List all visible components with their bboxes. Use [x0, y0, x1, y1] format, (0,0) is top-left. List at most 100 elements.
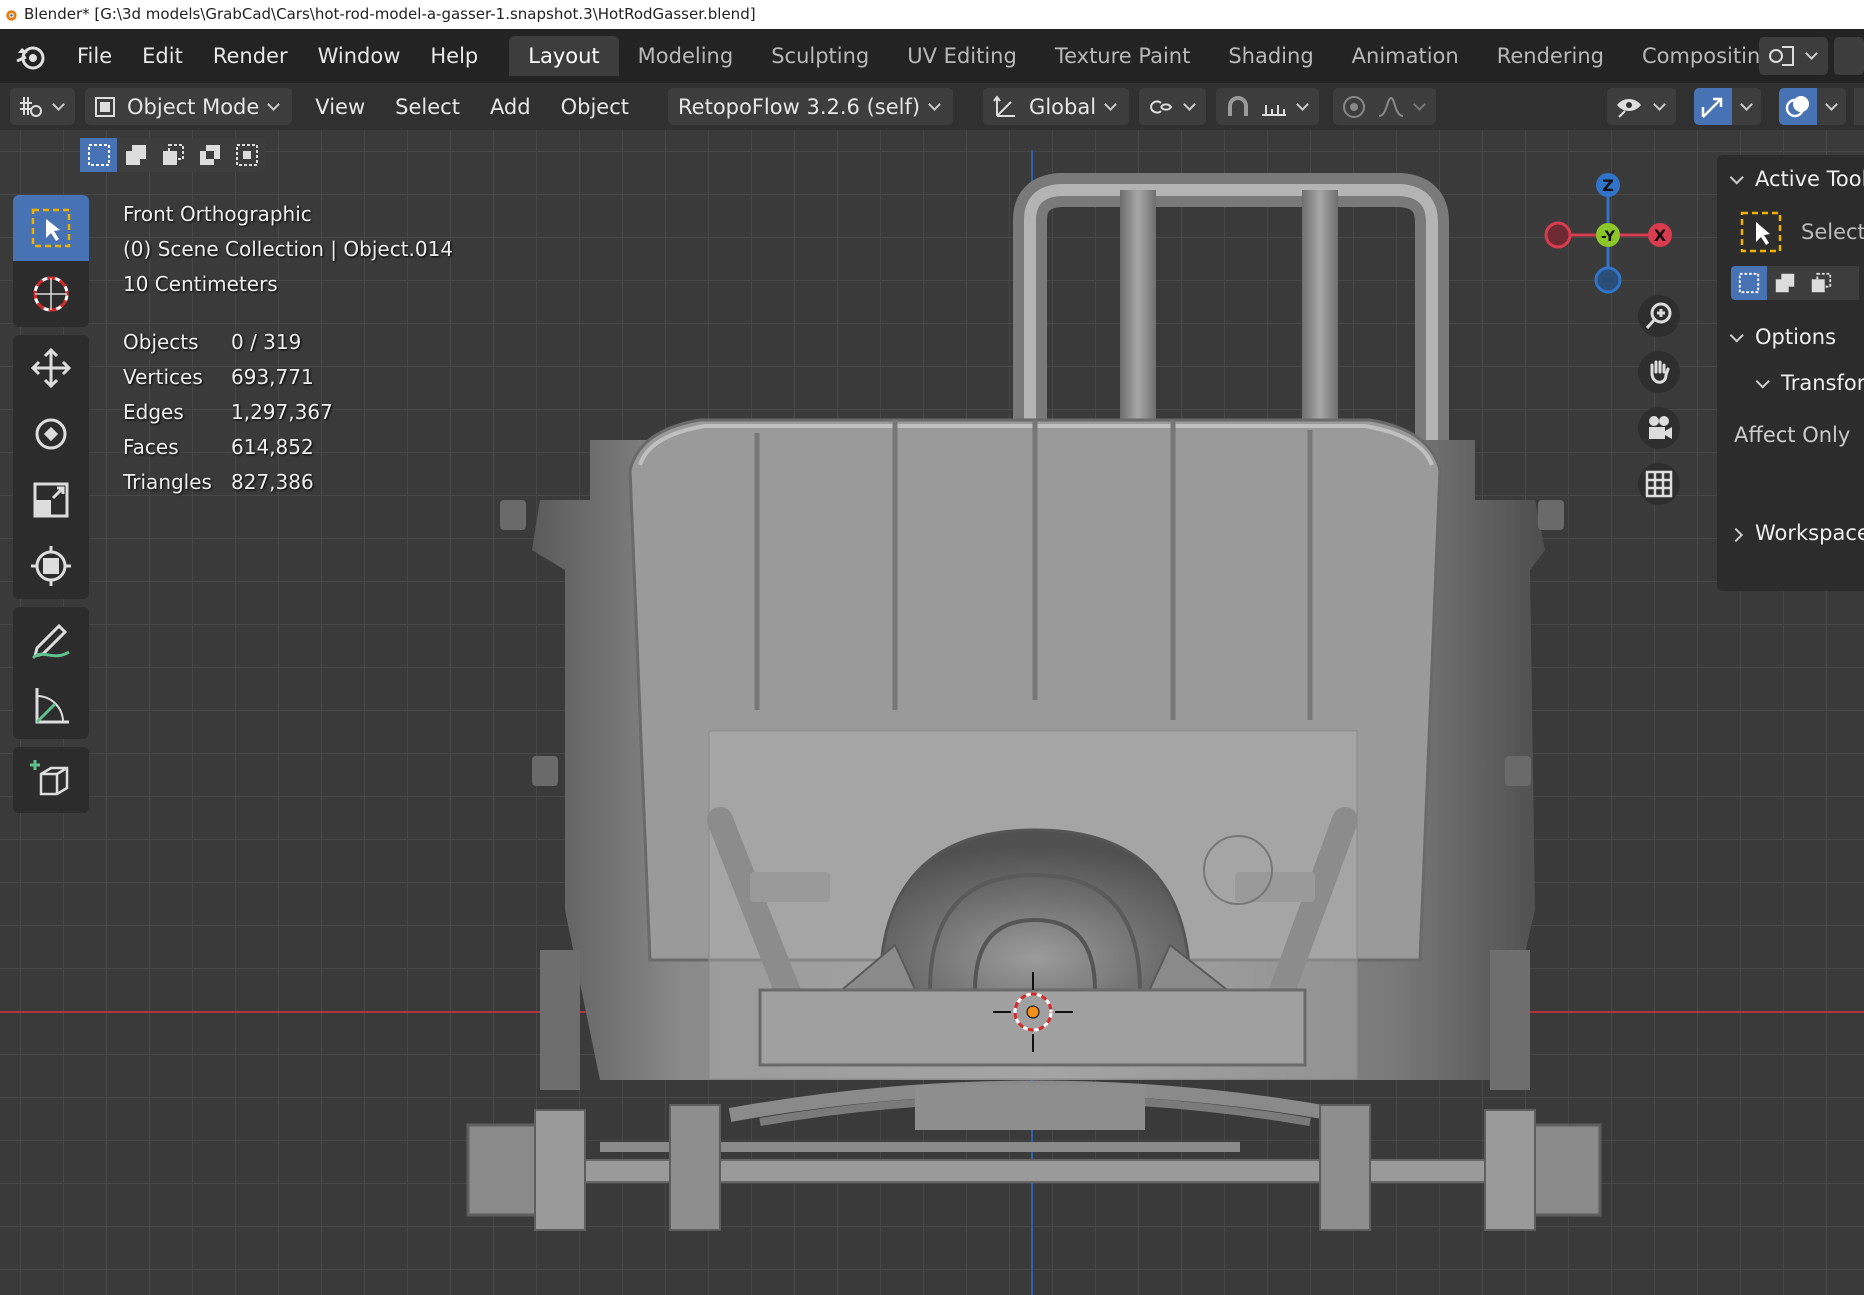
pan-button[interactable] — [1638, 351, 1680, 393]
panel-select-new[interactable] — [1731, 266, 1767, 300]
select-difference-icon — [199, 145, 220, 165]
select-extend-button[interactable] — [117, 138, 154, 172]
snap-increment-icon[interactable] — [1260, 95, 1288, 119]
select-box-icon[interactable] — [1739, 210, 1783, 254]
tab-layout[interactable]: Layout — [509, 36, 619, 76]
proportional-editing[interactable] — [1333, 88, 1437, 125]
panel-workspace[interactable]: Workspace — [1717, 509, 1864, 557]
camera-view-button[interactable] — [1638, 407, 1680, 449]
editor-type-icon — [20, 96, 42, 117]
tool-cursor[interactable] — [13, 261, 89, 327]
stat-value: 1,297,367 — [231, 400, 333, 424]
view-name: Front Orthographic — [123, 202, 312, 226]
menu-add[interactable]: Add — [475, 95, 546, 119]
zoom-icon — [1645, 302, 1672, 329]
panel-active-tool[interactable]: Active Tool — [1717, 155, 1864, 203]
stat-label: Triangles — [123, 470, 212, 494]
tab-uv-editing[interactable]: UV Editing — [888, 36, 1036, 76]
menu-file[interactable]: File — [62, 29, 127, 83]
select-difference-button[interactable] — [191, 138, 228, 172]
window-titlebar: Blender* [G:\3d models\GrabCad\Cars\hot-… — [0, 0, 1864, 29]
viewport-info: Front Orthographic (0) Scene Collection … — [123, 197, 453, 302]
tool-rotate[interactable] — [13, 401, 89, 467]
zoom-button[interactable] — [1638, 295, 1680, 337]
transform-orientation[interactable]: Global — [983, 88, 1130, 125]
pencil-icon — [31, 623, 70, 660]
visibility-selector[interactable] — [1607, 88, 1676, 125]
menu-render[interactable]: Render — [198, 29, 303, 83]
chevron-down-icon — [1805, 47, 1818, 60]
gizmo-toggle[interactable] — [1694, 88, 1761, 125]
overlay-toggle[interactable] — [1779, 88, 1846, 125]
top-menubar: File Edit Render Window Help Layout Mode… — [0, 29, 1864, 83]
menu-object[interactable]: Object — [546, 95, 644, 119]
mode-selector[interactable]: Object Mode — [85, 88, 293, 125]
tool-select-box[interactable] — [13, 195, 89, 261]
scene-selector[interactable] — [1759, 37, 1828, 75]
chevron-down-icon — [267, 97, 281, 111]
panel-options[interactable]: Options — [1717, 313, 1864, 361]
tab-compositing[interactable]: Compositing — [1623, 36, 1779, 76]
active-tool-row: Select — [1717, 203, 1864, 261]
gizmo-neg-z — [1594, 266, 1622, 294]
camera-icon — [1649, 416, 1672, 439]
scene-name-field[interactable] — [1834, 37, 1864, 75]
hot-rod-model — [0, 150, 1864, 1295]
menu-view[interactable]: View — [300, 95, 380, 119]
panel-select-difference[interactable] — [1839, 266, 1859, 300]
navigation-gizmo[interactable]: Z X -Y — [1530, 165, 1690, 295]
grid-icon — [1645, 470, 1673, 498]
tool-measure[interactable] — [13, 673, 89, 739]
falloff-icon[interactable] — [1377, 94, 1405, 120]
tool-transform[interactable] — [13, 533, 89, 599]
tab-shading[interactable]: Shading — [1209, 36, 1332, 76]
gizmo-x-label: X — [1654, 226, 1667, 245]
3d-viewport[interactable]: Front Orthographic (0) Scene Collection … — [0, 130, 1864, 1295]
chevron-right-icon — [1728, 527, 1744, 543]
chevron-down-icon — [1740, 97, 1753, 111]
menu-select[interactable]: Select — [380, 95, 475, 119]
select-new-button[interactable] — [80, 138, 117, 172]
stat-row: Triangles 827,386 — [123, 465, 333, 500]
stat-row: Vertices 693,771 — [123, 360, 333, 395]
ortho-toggle-button[interactable] — [1638, 463, 1680, 505]
tool-scale[interactable] — [13, 467, 89, 533]
select-subtract-button[interactable] — [154, 138, 191, 172]
panel-transform[interactable]: Transform — [1717, 361, 1864, 405]
tool-annotate[interactable] — [13, 607, 89, 673]
tab-rendering[interactable]: Rendering — [1478, 36, 1623, 76]
menu-edit[interactable]: Edit — [127, 29, 198, 83]
magnet-icon — [1228, 95, 1249, 116]
pivot-point-selector[interactable] — [1139, 88, 1207, 125]
snap-toggle[interactable] — [1216, 88, 1320, 125]
panel-header-label: Active Tool — [1755, 167, 1864, 191]
stat-value: 614,852 — [231, 435, 314, 459]
tab-texture-paint[interactable]: Texture Paint — [1036, 36, 1210, 76]
tool-add-cube[interactable] — [13, 747, 89, 813]
retopoflow-menu[interactable]: RetopoFlow 3.2.6 (self) — [668, 88, 954, 125]
menu-window[interactable]: Window — [303, 29, 416, 83]
panel-select-subtract[interactable] — [1803, 266, 1839, 300]
chevron-down-icon — [928, 97, 941, 111]
proportional-icon — [1343, 95, 1366, 118]
editor-type-button[interactable] — [10, 88, 75, 125]
select-intersect-button[interactable] — [228, 138, 265, 172]
rotate-icon — [35, 418, 67, 450]
select-extend-icon — [1775, 273, 1795, 293]
shading-buttons-partial[interactable] — [1854, 88, 1864, 125]
tab-modeling[interactable]: Modeling — [619, 36, 753, 76]
blender-menu-icon[interactable] — [14, 39, 48, 73]
stat-value: 827,386 — [231, 470, 314, 494]
orientation-icon — [993, 94, 1016, 117]
tool-move[interactable] — [13, 335, 89, 401]
gizmo-icon — [1701, 97, 1723, 118]
select-intersect-icon — [235, 144, 258, 166]
tab-animation[interactable]: Animation — [1333, 36, 1478, 76]
tab-sculpting[interactable]: Sculpting — [752, 36, 888, 76]
eye-icon — [1617, 98, 1641, 118]
panel-select-extend[interactable] — [1767, 266, 1803, 300]
retopoflow-label: RetopoFlow 3.2.6 (self) — [678, 94, 921, 119]
stat-row: Objects 0 / 319 — [123, 325, 333, 360]
menu-help[interactable]: Help — [415, 29, 493, 83]
panel-header-label: Transform — [1781, 371, 1864, 395]
